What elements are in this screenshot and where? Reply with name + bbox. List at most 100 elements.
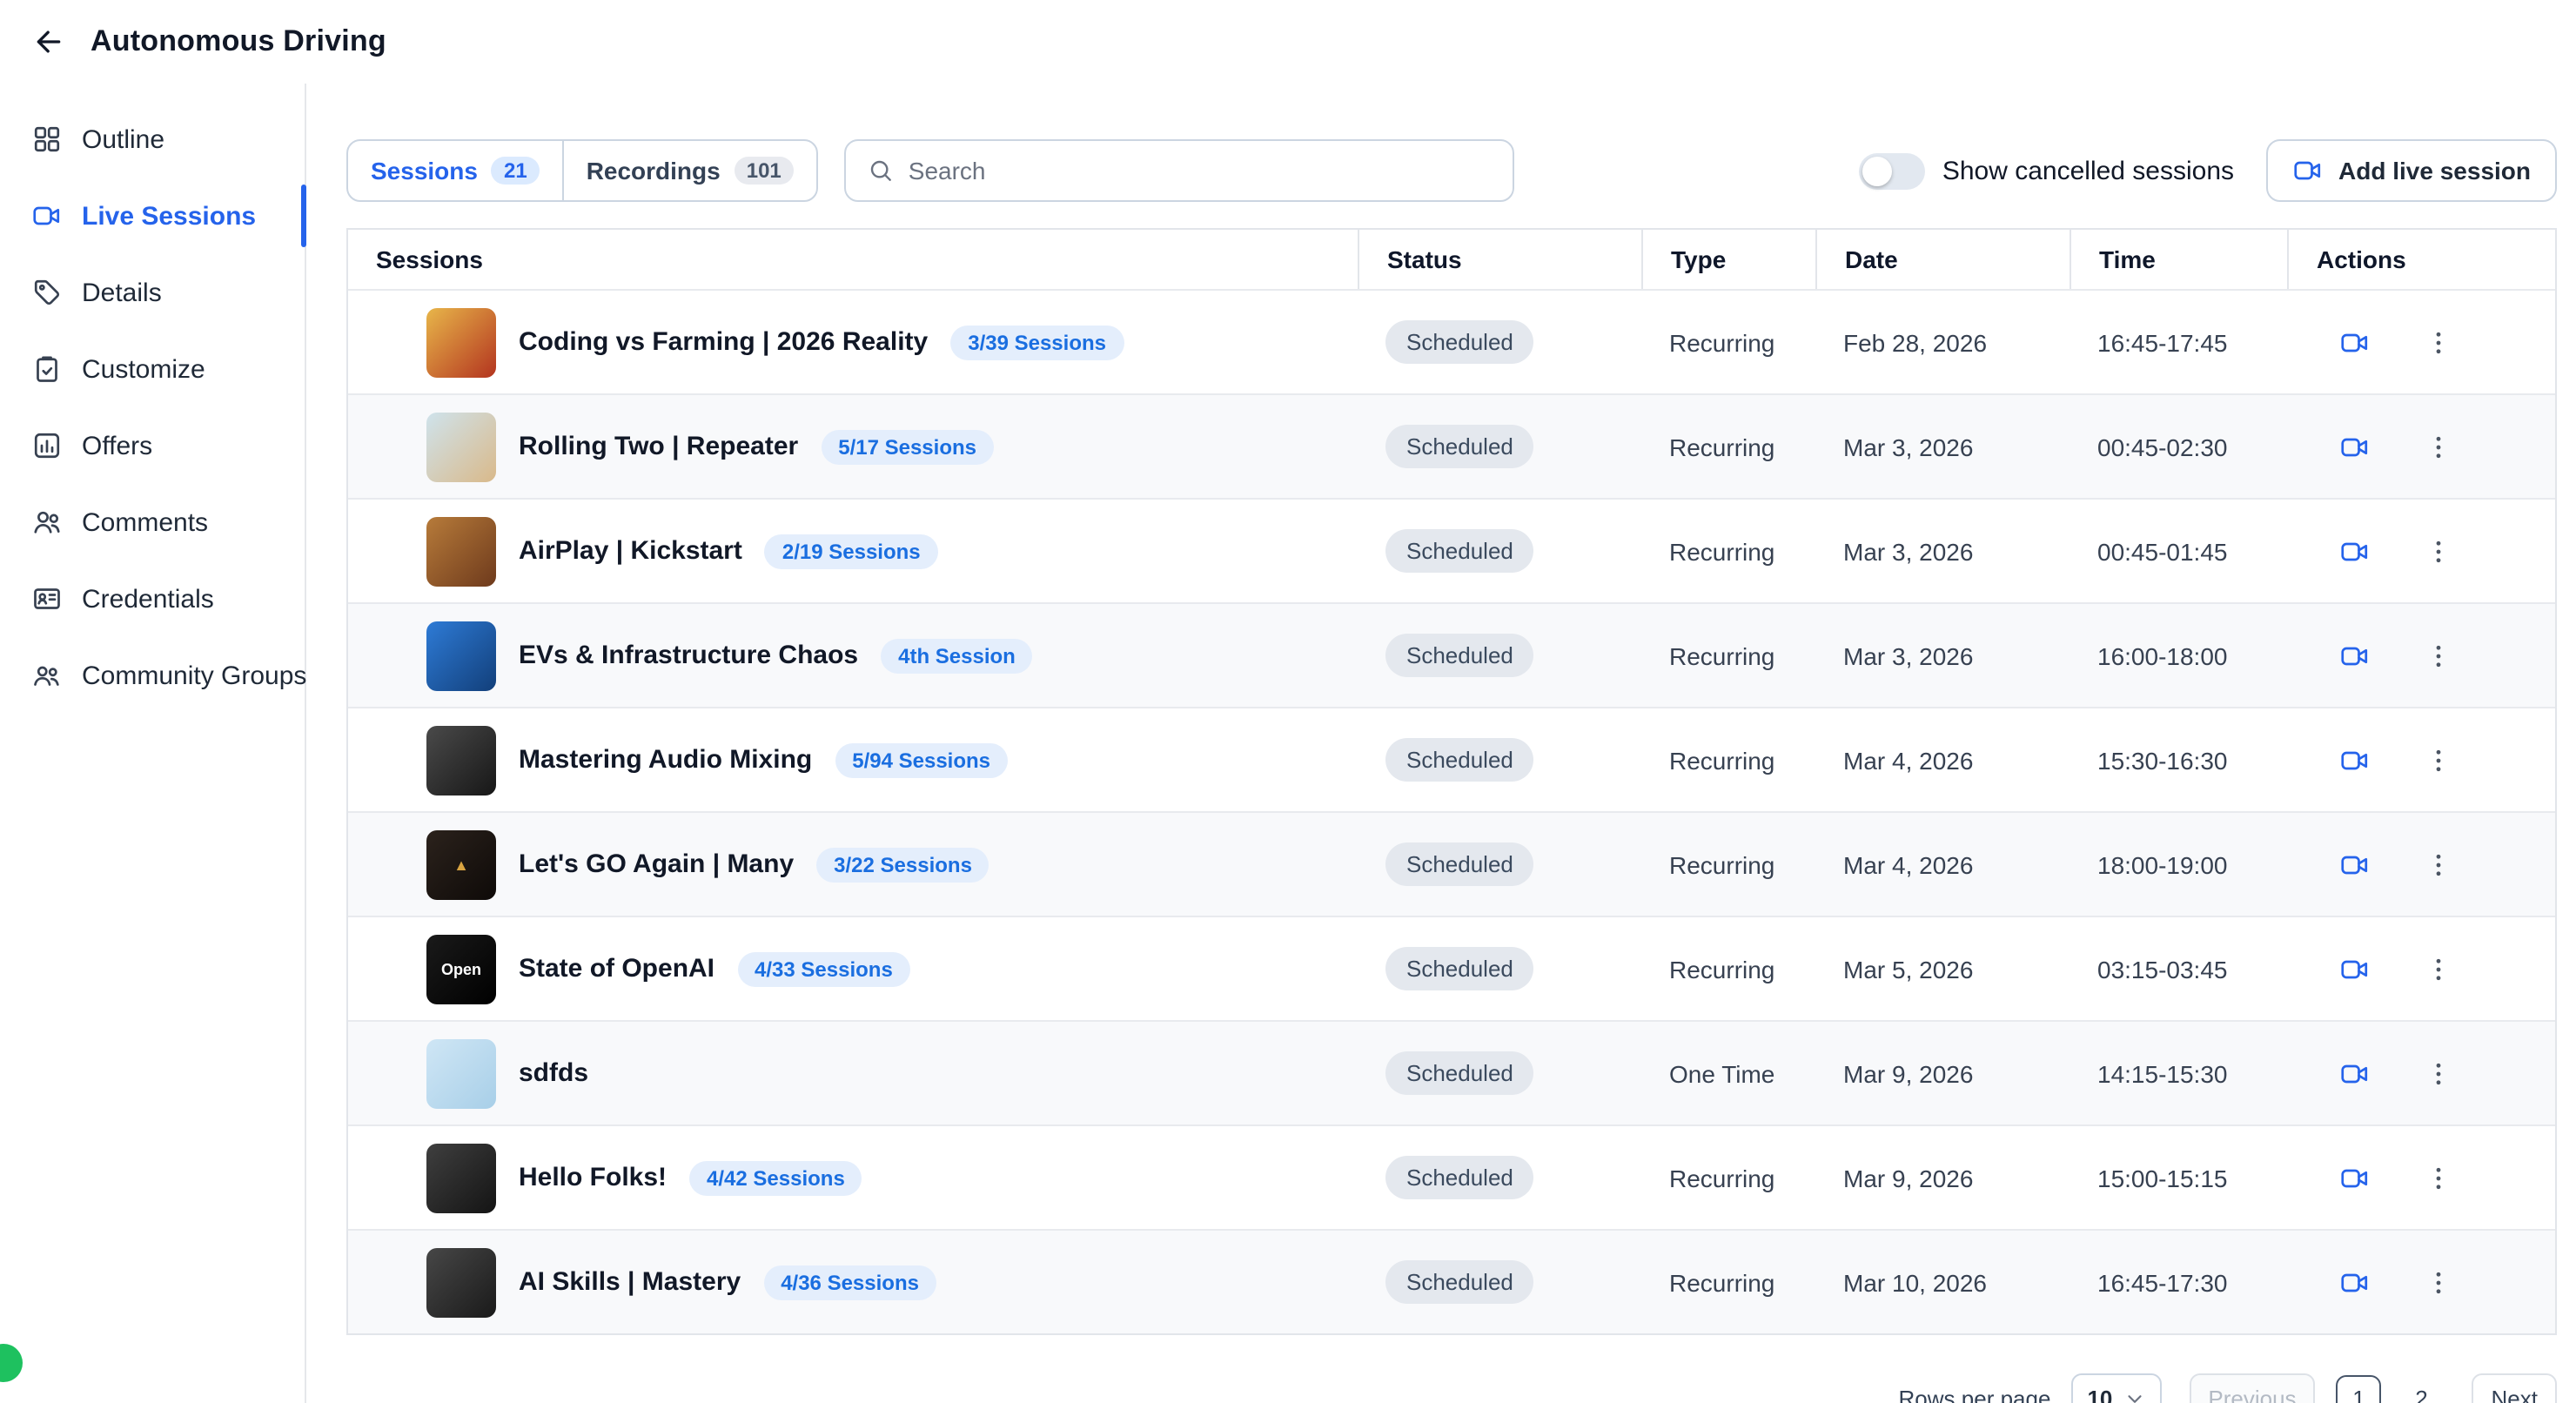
session-count-badge: 3/39 Sessions — [950, 325, 1124, 359]
table-row[interactable]: ▲ Let's GO Again | Many 3/22 Sessions Sc… — [348, 811, 2555, 916]
table-row[interactable]: Mastering Audio Mixing 5/94 Sessions Sch… — [348, 707, 2555, 811]
row-menu-kebab-icon[interactable] — [2423, 953, 2454, 984]
search-icon — [867, 157, 895, 185]
column-header-actions: Actions — [2287, 230, 2555, 289]
session-cell: Coding vs Farming | 2026 Reality 3/39 Se… — [348, 291, 1358, 393]
pagination: Rows per page 10 Previous 12 Next — [346, 1373, 2557, 1403]
sidebar-item-credentials[interactable]: Credentials — [0, 561, 305, 637]
session-date: Mar 3, 2026 — [1815, 395, 2070, 498]
session-thumbnail — [426, 412, 496, 481]
sidebar-item-label: Community Groups — [82, 661, 306, 690]
main-content: Sessions21Recordings101 Show cancelled s… — [306, 84, 2576, 1403]
search-box[interactable] — [844, 139, 1514, 202]
session-cell: Hello Folks! 4/42 Sessions — [348, 1126, 1358, 1229]
actions-cell — [2287, 604, 2555, 707]
session-time: 15:30-16:30 — [2070, 708, 2287, 811]
sidebar-item-offers[interactable]: Offers — [0, 407, 305, 484]
session-type: Recurring — [1641, 1231, 1815, 1333]
session-time: 15:00-15:15 — [2070, 1126, 2287, 1229]
next-page-button[interactable]: Next — [2472, 1373, 2557, 1403]
session-title: AI Skills | Mastery — [519, 1267, 741, 1297]
start-session-video-icon[interactable] — [2339, 744, 2371, 775]
row-menu-kebab-icon[interactable] — [2423, 744, 2454, 775]
session-date: Mar 9, 2026 — [1815, 1126, 2070, 1229]
start-session-video-icon[interactable] — [2339, 431, 2371, 462]
column-header-date: Date — [1815, 230, 2070, 289]
sidebar-item-details[interactable]: Details — [0, 254, 305, 331]
tab-sessions[interactable]: Sessions21 — [348, 141, 562, 200]
session-thumbnail — [426, 1143, 496, 1212]
row-menu-kebab-icon[interactable] — [2423, 1057, 2454, 1089]
start-session-video-icon[interactable] — [2339, 535, 2371, 567]
sidebar-item-live-sessions[interactable]: Live Sessions — [0, 178, 305, 254]
table-row[interactable]: Open State of OpenAI 4/33 Sessions Sched… — [348, 916, 2555, 1020]
page-button-2[interactable]: 2 — [2399, 1375, 2445, 1403]
show-cancelled-toggle[interactable] — [1859, 152, 1925, 189]
session-count-badge: 4/42 Sessions — [689, 1160, 862, 1195]
session-title: Mastering Audio Mixing — [519, 745, 812, 775]
session-title: Coding vs Farming | 2026 Reality — [519, 327, 928, 357]
start-session-video-icon[interactable] — [2339, 849, 2371, 880]
sidebar-item-customize[interactable]: Customize — [0, 331, 305, 407]
start-session-video-icon[interactable] — [2339, 326, 2371, 358]
session-cell: EVs & Infrastructure Chaos 4th Session — [348, 604, 1358, 707]
start-session-video-icon[interactable] — [2339, 640, 2371, 671]
session-count-badge: 4/33 Sessions — [737, 951, 910, 986]
previous-page-button[interactable]: Previous — [2189, 1373, 2315, 1403]
table-row[interactable]: AirPlay | Kickstart 2/19 Sessions Schedu… — [348, 498, 2555, 602]
actions-cell — [2287, 708, 2555, 811]
people-group-icon — [31, 660, 63, 691]
session-cell: AI Skills | Mastery 4/36 Sessions — [348, 1231, 1358, 1333]
sidebar-item-label: Credentials — [82, 584, 214, 614]
row-menu-kebab-icon[interactable] — [2423, 1162, 2454, 1193]
status-cell: Scheduled — [1358, 1022, 1641, 1124]
row-menu-kebab-icon[interactable] — [2423, 1266, 2454, 1298]
rows-per-page-select[interactable]: 10 — [2071, 1373, 2161, 1403]
session-thumbnail — [426, 1247, 496, 1317]
row-menu-kebab-icon[interactable] — [2423, 849, 2454, 880]
sidebar-item-label: Details — [82, 278, 162, 307]
thumbnail-label: ▲ — [453, 856, 469, 873]
session-time: 16:45-17:45 — [2070, 291, 2287, 393]
start-session-video-icon[interactable] — [2339, 953, 2371, 984]
sidebar-item-comments[interactable]: Comments — [0, 484, 305, 561]
tab-recordings[interactable]: Recordings101 — [562, 141, 816, 200]
sidebar-item-label: Outline — [82, 124, 164, 154]
row-menu-kebab-icon[interactable] — [2423, 431, 2454, 462]
table-row[interactable]: Rolling Two | Repeater 5/17 Sessions Sch… — [348, 393, 2555, 498]
session-count-badge: 3/22 Sessions — [816, 847, 989, 882]
page-button-1[interactable]: 1 — [2337, 1375, 2382, 1403]
tab-group: Sessions21Recordings101 — [346, 139, 818, 202]
row-menu-kebab-icon[interactable] — [2423, 326, 2454, 358]
sidebar-item-outline[interactable]: Outline — [0, 101, 305, 178]
row-menu-kebab-icon[interactable] — [2423, 535, 2454, 567]
session-thumbnail: ▲ — [426, 829, 496, 899]
add-live-session-button[interactable]: Add live session — [2265, 139, 2557, 202]
status-badge: Scheduled — [1385, 1156, 1534, 1199]
status-badge: Scheduled — [1385, 842, 1534, 886]
show-cancelled-label: Show cancelled sessions — [1942, 156, 2234, 185]
table-row[interactable]: sdfds Scheduled One Time Mar 9, 2026 14:… — [348, 1020, 2555, 1124]
session-thumbnail — [426, 307, 496, 377]
start-session-video-icon[interactable] — [2339, 1057, 2371, 1089]
start-session-video-icon[interactable] — [2339, 1266, 2371, 1298]
rows-per-page-value: 10 — [2087, 1385, 2112, 1403]
row-menu-kebab-icon[interactable] — [2423, 640, 2454, 671]
start-session-video-icon[interactable] — [2339, 1162, 2371, 1193]
sidebar-item-community-groups[interactable]: Community Groups — [0, 637, 305, 714]
session-type: Recurring — [1641, 604, 1815, 707]
table-row[interactable]: AI Skills | Mastery 4/36 Sessions Schedu… — [348, 1229, 2555, 1333]
session-type: Recurring — [1641, 708, 1815, 811]
table-row[interactable]: EVs & Infrastructure Chaos 4th Session S… — [348, 602, 2555, 707]
status-badge: Scheduled — [1385, 320, 1534, 364]
table-row[interactable]: Hello Folks! 4/42 Sessions Scheduled Rec… — [348, 1124, 2555, 1229]
table-row[interactable]: Coding vs Farming | 2026 Reality 3/39 Se… — [348, 289, 2555, 393]
session-title: AirPlay | Kickstart — [519, 536, 742, 566]
search-input[interactable] — [909, 157, 1492, 185]
session-time: 18:00-19:00 — [2070, 813, 2287, 916]
status-badge: Scheduled — [1385, 738, 1534, 782]
session-title: Rolling Two | Repeater — [519, 432, 798, 461]
session-count-badge: 5/17 Sessions — [821, 429, 994, 464]
back-arrow-icon[interactable] — [31, 24, 66, 59]
tab-count-badge: 101 — [735, 157, 794, 185]
